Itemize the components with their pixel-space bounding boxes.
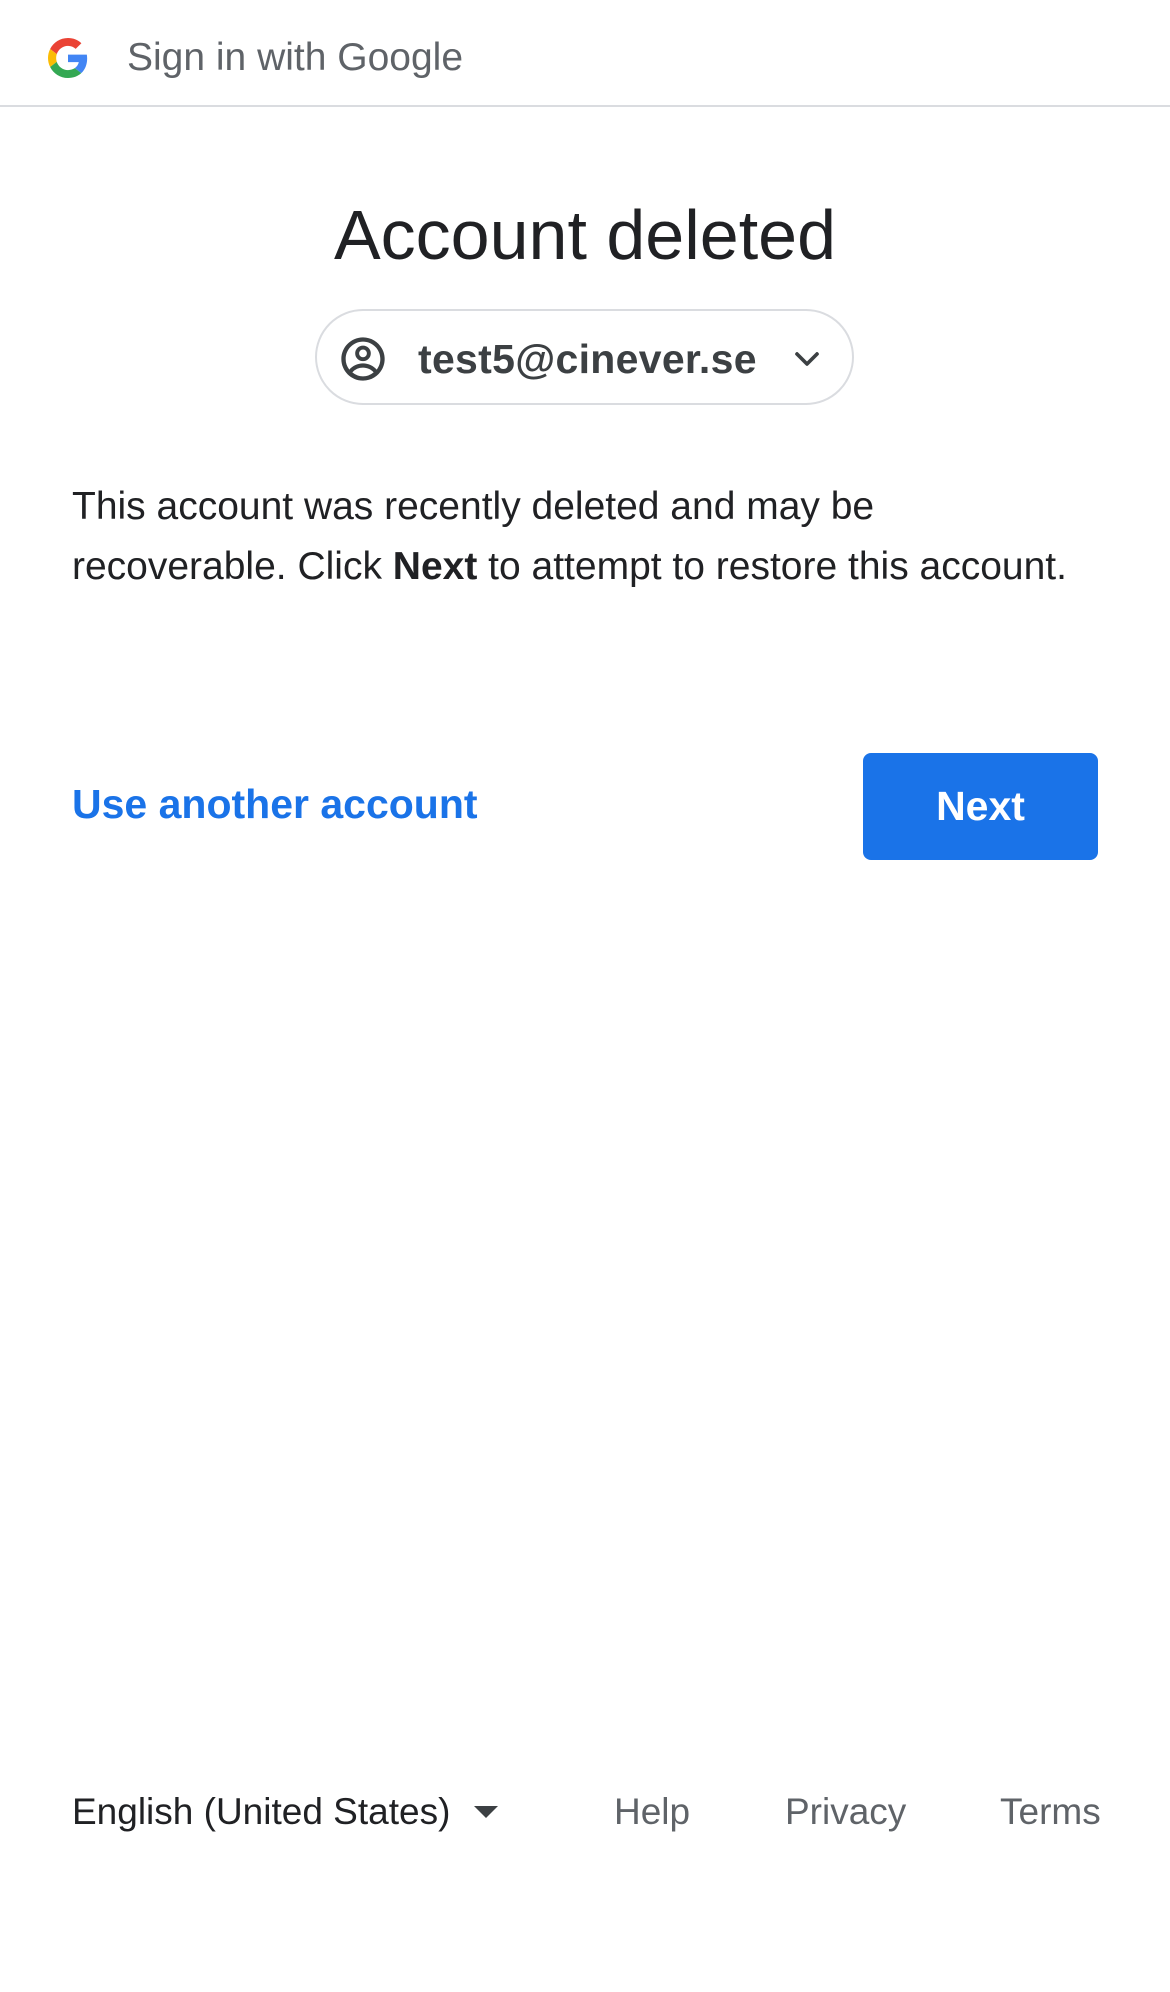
recovery-message: This account was recently deleted and ma… bbox=[72, 477, 1072, 597]
terms-link[interactable]: Terms bbox=[1000, 1786, 1101, 1838]
topbar-title: Sign in with Google bbox=[127, 36, 464, 79]
chevron-down-icon bbox=[795, 352, 819, 366]
language-label: English (United States) bbox=[72, 1791, 451, 1832]
google-g-icon bbox=[48, 38, 88, 78]
account-circle-icon bbox=[341, 337, 385, 381]
privacy-link[interactable]: Privacy bbox=[785, 1786, 906, 1838]
language-selector[interactable]: English (United States) bbox=[72, 1786, 500, 1838]
caret-down-icon bbox=[474, 1806, 499, 1818]
recovery-message-part2: to attempt to restore this account. bbox=[477, 545, 1067, 588]
signin-page: Sign in with Google Account deleted test… bbox=[0, 0, 1170, 1992]
use-another-account-button[interactable]: Use another account bbox=[72, 778, 478, 830]
account-chip[interactable]: test5@cinever.se bbox=[315, 309, 854, 405]
top-bar: Sign in with Google bbox=[0, 0, 1170, 107]
page-title: Account deleted bbox=[333, 196, 837, 274]
next-button[interactable]: Next bbox=[863, 753, 1098, 860]
account-email: test5@cinever.se bbox=[418, 336, 757, 382]
help-link[interactable]: Help bbox=[614, 1786, 690, 1838]
recovery-message-bold: Next bbox=[392, 545, 478, 588]
